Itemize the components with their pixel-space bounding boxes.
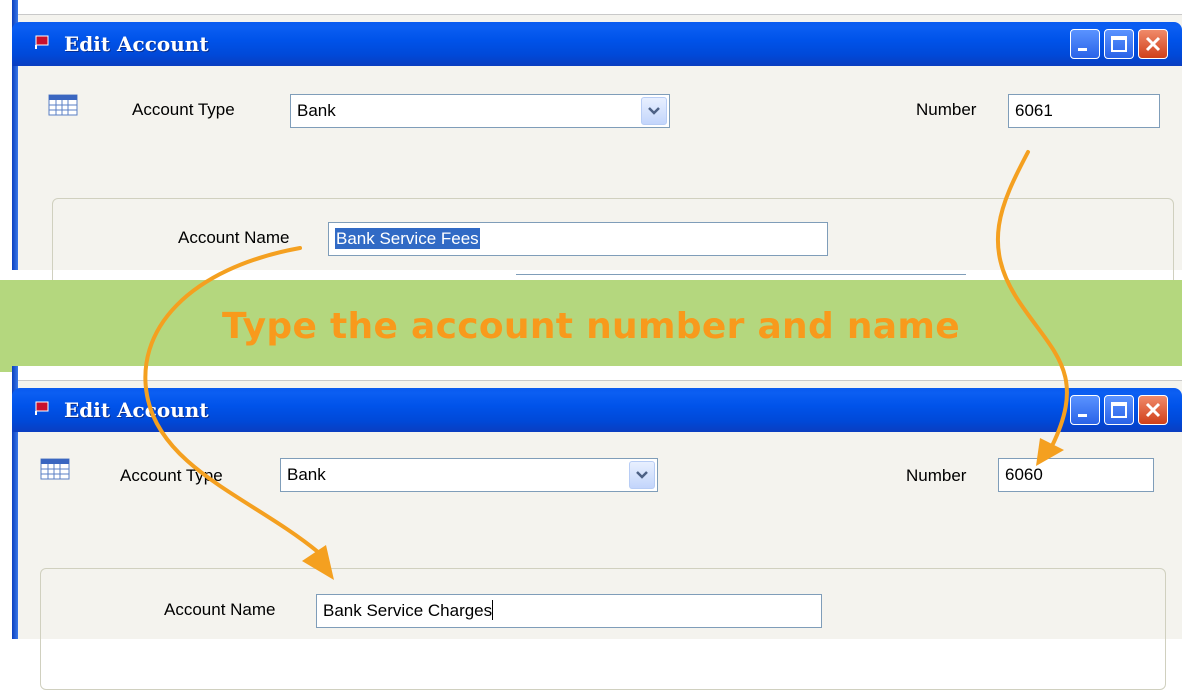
- instruction-text: Type the account number and name: [222, 306, 960, 347]
- chevron-down-icon: [636, 471, 648, 479]
- minimize-button[interactable]: [1070, 395, 1100, 425]
- maximize-button[interactable]: [1104, 395, 1134, 425]
- title-bar[interactable]: Edit Account: [12, 388, 1182, 432]
- account-name-label: Account Name: [164, 600, 276, 619]
- account-name-input[interactable]: Bank Service Fees: [328, 222, 828, 256]
- account-type-value: Bank: [287, 465, 326, 484]
- number-label: Number: [906, 466, 967, 485]
- account-details-group: [40, 568, 1166, 690]
- chevron-down-icon: [648, 107, 660, 115]
- close-button[interactable]: [1138, 395, 1168, 425]
- number-value: 6061: [1015, 101, 1053, 120]
- ledger-grid-icon: [40, 458, 70, 480]
- minimize-button[interactable]: [1070, 29, 1100, 59]
- window-title: Edit Account: [64, 32, 209, 56]
- number-input[interactable]: 6061: [1008, 94, 1160, 128]
- text-cursor: [492, 600, 494, 620]
- account-type-label: Account Type: [120, 466, 223, 485]
- window-body: Account Type Bank Number 6061 Account Na…: [18, 66, 1182, 320]
- window-title: Edit Account: [64, 398, 209, 422]
- account-type-select[interactable]: Bank: [290, 94, 670, 128]
- background-strip: [12, 366, 1182, 381]
- minimize-icon: [1078, 48, 1087, 51]
- account-type-value: Bank: [297, 101, 336, 120]
- maximize-button[interactable]: [1104, 29, 1134, 59]
- edit-account-window-after: Edit Account Account Type Bank Number 60…: [12, 366, 1182, 690]
- account-type-dropdown-button[interactable]: [629, 461, 655, 489]
- account-name-input[interactable]: Bank Service Charges: [316, 594, 822, 628]
- edit-account-window-before: Edit Account Account Type Bank Number 60…: [12, 0, 1182, 320]
- account-name-label: Account Name: [178, 228, 290, 247]
- quickbooks-window-icon: [35, 35, 49, 49]
- number-value: 6060: [1005, 465, 1043, 484]
- number-label: Number: [916, 100, 977, 119]
- account-type-dropdown-button[interactable]: [641, 97, 667, 125]
- title-bar[interactable]: Edit Account: [12, 22, 1182, 66]
- minimize-icon: [1078, 414, 1087, 417]
- quickbooks-window-icon: [35, 401, 49, 415]
- account-name-value: Bank Service Charges: [323, 601, 493, 620]
- close-icon: [1145, 402, 1161, 418]
- close-button[interactable]: [1138, 29, 1168, 59]
- maximize-icon: [1111, 36, 1127, 52]
- account-type-select[interactable]: Bank: [280, 458, 658, 492]
- account-name-value: Bank Service Fees: [335, 228, 480, 249]
- ledger-grid-icon: [48, 94, 78, 116]
- close-icon: [1145, 36, 1161, 52]
- number-input[interactable]: 6060: [998, 458, 1154, 492]
- maximize-icon: [1111, 402, 1127, 418]
- background-strip: [12, 0, 1182, 15]
- window-body: Account Type Bank Number 6060 Account Na…: [18, 432, 1182, 690]
- account-type-label: Account Type: [132, 100, 235, 119]
